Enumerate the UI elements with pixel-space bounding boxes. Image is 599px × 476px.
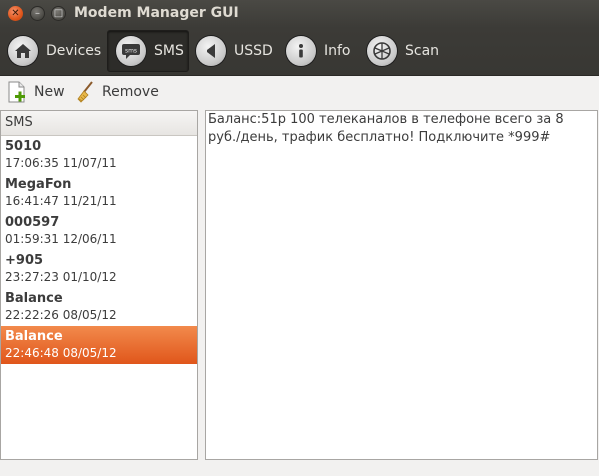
sms-list: SMS 5010 17:06:35 11/07/11 MegaFon 16:41…	[0, 110, 198, 460]
svg-text:sms: sms	[125, 48, 137, 55]
list-item[interactable]: MegaFon 16:41:47 11/21/11	[1, 174, 197, 212]
sms-time: 17:06:35 11/07/11	[5, 156, 117, 170]
list-item[interactable]: Balance 22:22:26 08/05/12	[1, 288, 197, 326]
sms-sender: 000597	[5, 215, 60, 230]
sms-time: 01:59:31 12/06/11	[5, 232, 117, 246]
sms-time: 16:41:47 11/21/11	[5, 194, 117, 208]
new-document-icon	[8, 81, 25, 103]
speaker-icon	[196, 36, 226, 66]
devices-label: Devices	[46, 43, 102, 59]
sms-time: 22:46:48 08/05/12	[5, 346, 117, 360]
sms-time: 23:27:23 01/10/12	[5, 270, 117, 284]
main-toolbar: Devices sms SMS USSD Info Scan	[0, 28, 599, 76]
new-button[interactable]: New	[6, 80, 65, 104]
sms-list-header[interactable]: SMS	[1, 111, 197, 136]
sms-label: SMS	[154, 43, 184, 59]
action-toolbar: New Remove	[0, 76, 599, 108]
info-label: Info	[324, 43, 351, 59]
list-item[interactable]: 000597 01:59:31 12/06/11	[1, 212, 197, 250]
sms-sender: Balance	[5, 329, 63, 344]
window-title: Modem Manager GUI	[74, 5, 239, 21]
close-window-button[interactable]: ✕	[8, 6, 23, 21]
new-label: New	[34, 84, 65, 100]
message-text: Баланс:51р 100 телеканалов в телефоне вс…	[208, 112, 564, 145]
list-item-selected[interactable]: Balance 22:46:48 08/05/12	[1, 326, 197, 364]
remove-label: Remove	[102, 84, 159, 100]
home-icon	[8, 36, 38, 66]
devices-button[interactable]: Devices	[6, 30, 102, 72]
list-item[interactable]: +905 23:27:23 01/10/12	[1, 250, 197, 288]
sms-sender: Balance	[5, 291, 63, 306]
sms-sender: 5010	[5, 139, 42, 154]
title-bar: ✕ – □ Modem Manager GUI	[0, 0, 599, 28]
info-button[interactable]: Info	[286, 30, 358, 72]
sms-icon: sms	[116, 36, 146, 66]
maximize-window-button[interactable]: □	[51, 6, 66, 21]
ussd-label: USSD	[234, 43, 273, 59]
message-view[interactable]: Баланс:51р 100 телеканалов в телефоне вс…	[205, 110, 598, 460]
broom-icon	[77, 81, 93, 103]
sms-button[interactable]: sms SMS	[107, 30, 189, 72]
network-icon	[367, 36, 397, 66]
remove-button[interactable]: Remove	[74, 80, 159, 104]
sms-sender: MegaFon	[5, 177, 72, 192]
sms-sender: +905	[5, 253, 44, 268]
ussd-button[interactable]: USSD	[196, 30, 278, 72]
minimize-window-button[interactable]: –	[30, 6, 45, 21]
scan-button[interactable]: Scan	[367, 30, 447, 72]
info-icon	[286, 36, 316, 66]
scan-label: Scan	[405, 43, 440, 59]
sms-time: 22:22:26 08/05/12	[5, 308, 117, 322]
list-item[interactable]: 5010 17:06:35 11/07/11	[1, 136, 197, 174]
